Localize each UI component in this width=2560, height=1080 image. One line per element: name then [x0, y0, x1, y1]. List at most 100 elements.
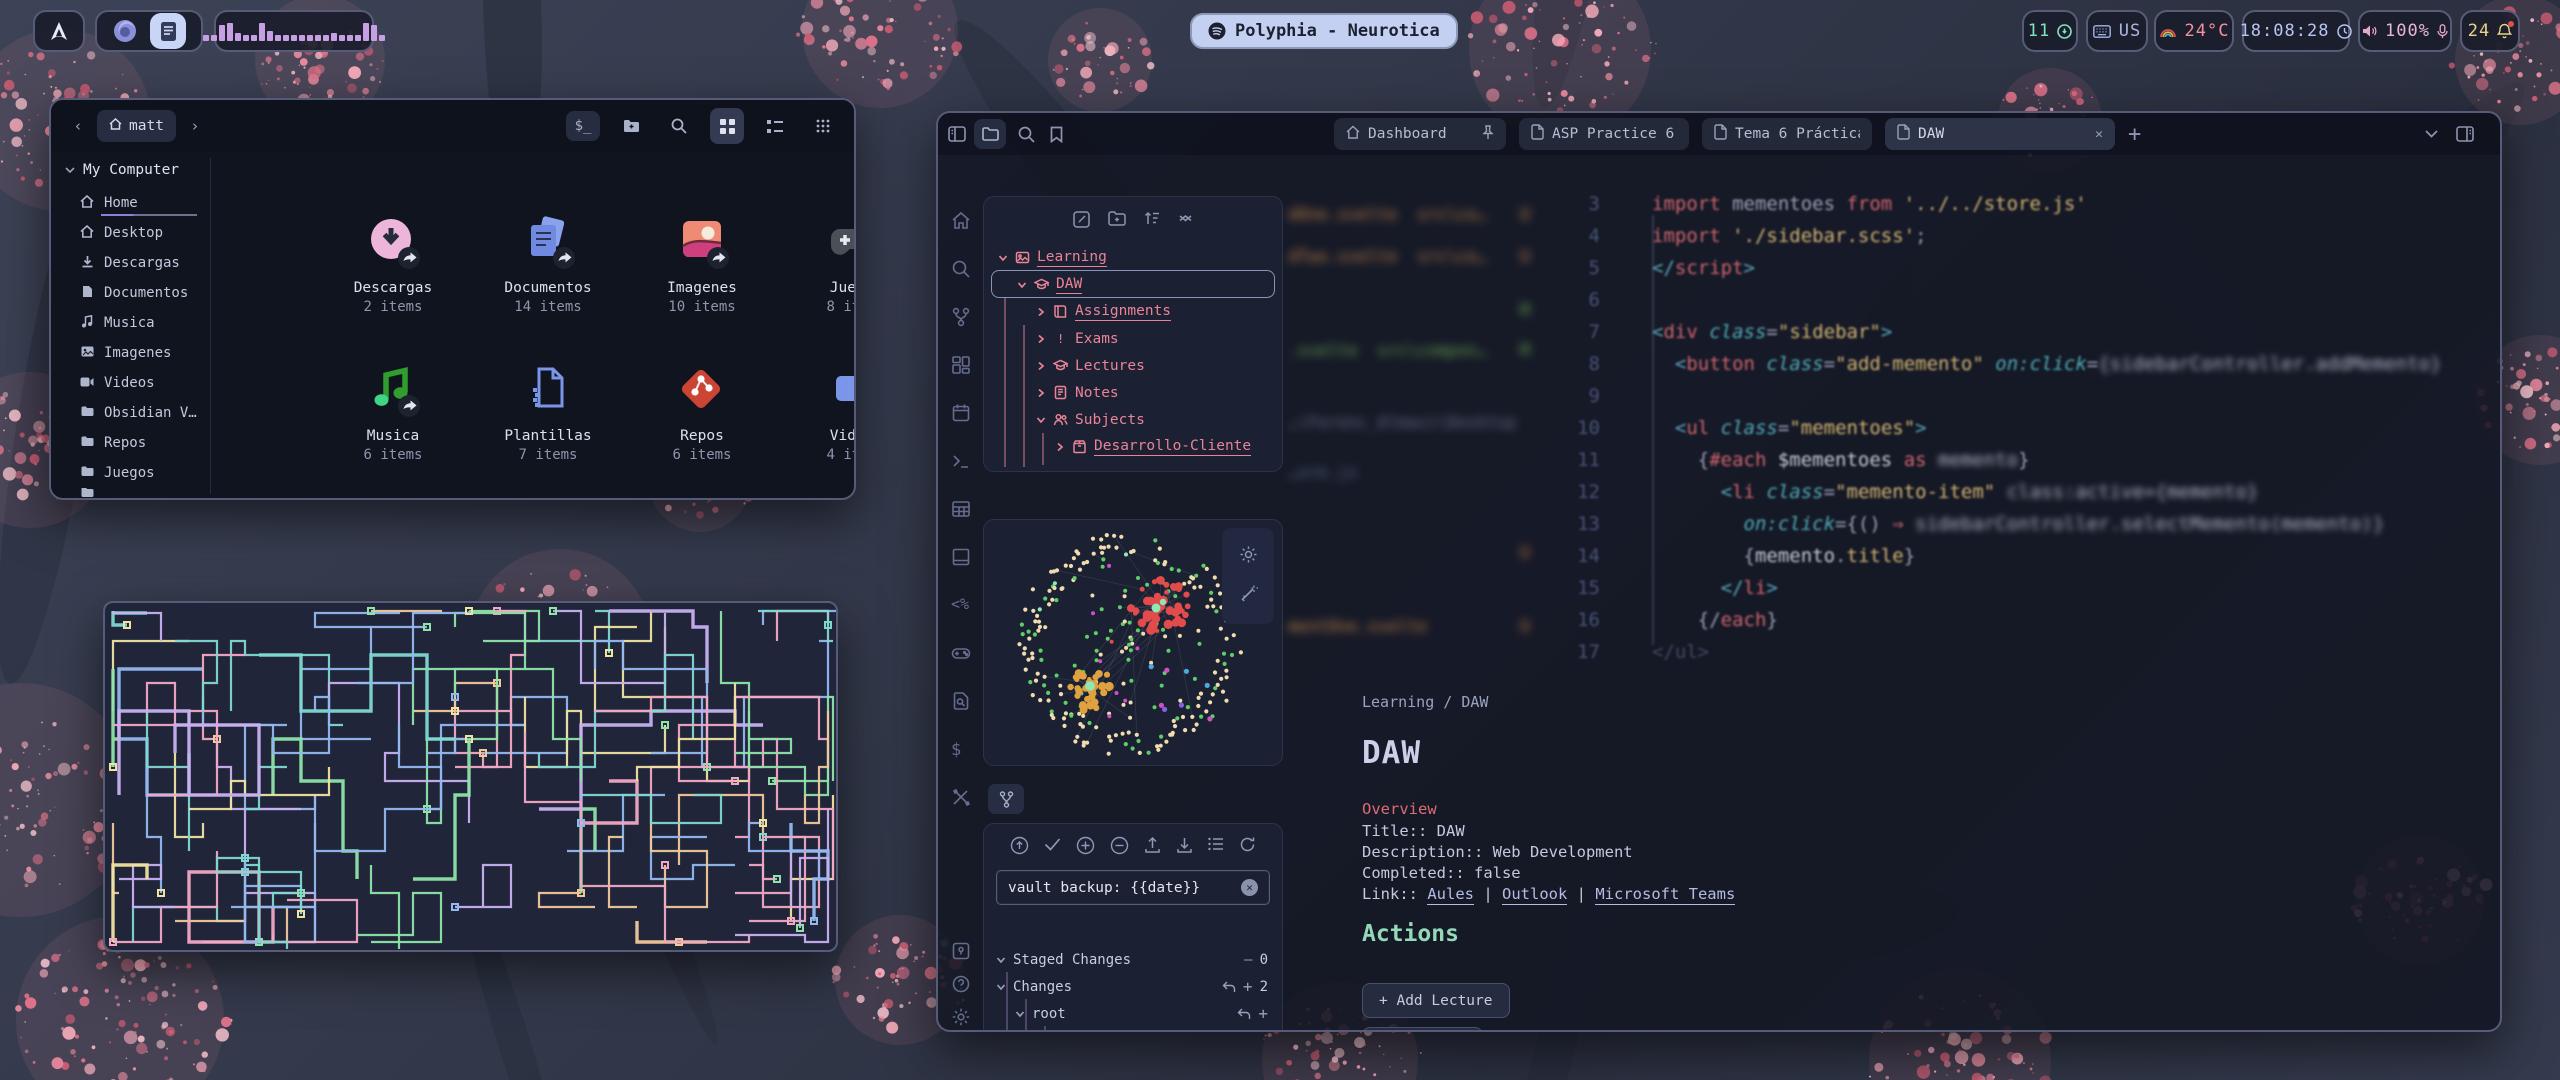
tree-item-learning[interactable]: Learning	[998, 244, 1107, 271]
stage-icon[interactable]: +	[1258, 1004, 1268, 1023]
workspace-apps-pill[interactable]	[95, 10, 203, 52]
sidebar-root[interactable]: My Computer	[65, 162, 211, 178]
left-sidebar-toggle-icon[interactable]	[948, 126, 966, 142]
git-push-icon[interactable]	[1144, 836, 1161, 859]
tab-list-chevron-icon[interactable]	[2425, 130, 2438, 138]
chevron-down-icon[interactable]	[1036, 415, 1046, 425]
back-button[interactable]: ‹	[65, 113, 91, 139]
tree-item-subjects[interactable]: Subjects	[1036, 406, 1145, 433]
sidebar-item-home[interactable]: Home	[65, 188, 211, 218]
graph-filter-wand-icon[interactable]	[1239, 584, 1258, 607]
chevron-right-icon[interactable]	[1055, 442, 1065, 452]
weather-pill[interactable]: 24°C	[2154, 10, 2234, 52]
sidebar-item-videos[interactable]: Videos	[65, 368, 211, 398]
action-button--add-lecture[interactable]: + Add Lecture	[1362, 983, 1510, 1018]
git-changes-list-icon[interactable]	[1208, 836, 1224, 859]
chevron-down-icon[interactable]	[1015, 1009, 1025, 1019]
stage-icon[interactable]: +	[1243, 977, 1253, 996]
vault-switcher-icon[interactable]	[951, 941, 971, 965]
git-backup-icon[interactable]	[1010, 836, 1029, 859]
menu-button[interactable]	[806, 111, 840, 141]
note-link-aules[interactable]: Aules	[1427, 885, 1474, 905]
dashboard-grid-icon[interactable]	[951, 355, 971, 379]
git-row-staged-changes[interactable]: Staged Changes—0	[996, 946, 1268, 973]
gamepad-icon[interactable]	[951, 643, 971, 667]
code-percent-icon[interactable]: <%	[951, 595, 973, 617]
file-search-icon[interactable]	[951, 691, 971, 715]
sidebar-item-juegos[interactable]: Juegos	[65, 458, 211, 488]
document-app-icon[interactable]	[150, 13, 186, 49]
book-icon[interactable]	[951, 547, 971, 571]
sidebar-item-documentos[interactable]: Documentos	[65, 278, 211, 308]
new-note-icon[interactable]	[1073, 211, 1090, 232]
home-icon[interactable]	[951, 211, 971, 235]
notifications-pill[interactable]: 24	[2460, 10, 2520, 52]
unstage-icon[interactable]: —	[1244, 952, 1252, 968]
git-pull-icon[interactable]	[1176, 836, 1193, 859]
note-link-microsoft-teams[interactable]: Microsoft Teams	[1595, 885, 1735, 905]
help-icon[interactable]	[951, 974, 971, 998]
sidebar-item-descargas[interactable]: Descargas	[65, 248, 211, 278]
breadcrumb[interactable]: Learning / DAW	[1362, 693, 1488, 711]
keyboard-layout-pill[interactable]: US	[2086, 10, 2148, 52]
new-tab-button[interactable]: +	[2128, 122, 2141, 147]
collapse-all-icon[interactable]	[1178, 211, 1193, 232]
git-graph-icon[interactable]	[951, 307, 971, 331]
sidebar-item-imagenes[interactable]: Imagenes	[65, 338, 211, 368]
table-icon[interactable]	[951, 499, 971, 523]
clear-message-icon[interactable]: ✕	[1241, 879, 1258, 896]
folder-musica[interactable]: Musica6 items	[318, 362, 468, 463]
bookmarks-panel-button[interactable]	[1050, 126, 1063, 143]
tree-item-assignments[interactable]: Assignments	[1036, 298, 1171, 325]
right-sidebar-toggle-icon[interactable]	[2456, 126, 2474, 142]
files-panel-button[interactable]	[974, 119, 1006, 149]
folder-repos[interactable]: Repos6 items	[627, 362, 777, 463]
folder-videos[interactable]: Videos4 items	[781, 362, 856, 463]
discard-icon[interactable]	[1237, 1008, 1251, 1020]
sort-icon[interactable]	[1144, 211, 1160, 232]
folder-plantillas[interactable]: Plantillas7 items	[473, 362, 623, 463]
folder-juegos[interactable]: Juegos8 items	[781, 214, 856, 315]
chevron-down-icon[interactable]	[996, 982, 1006, 992]
tab-daw[interactable]: DAW✕	[1885, 118, 2115, 150]
folder-descargas[interactable]: Descargas2 items	[318, 214, 468, 315]
search-button[interactable]	[662, 111, 696, 141]
calendar-icon[interactable]	[951, 403, 971, 427]
chevron-down-icon[interactable]	[998, 253, 1008, 263]
close-tab-icon[interactable]: ✕	[2095, 127, 2103, 142]
launcher-button[interactable]	[33, 10, 85, 52]
location-button[interactable]: matt	[97, 110, 176, 142]
dollar-icon[interactable]: $	[951, 739, 965, 763]
settings-gear-icon[interactable]	[951, 1007, 971, 1031]
git-unstage-all-icon[interactable]	[1110, 836, 1129, 859]
tree-item-notes[interactable]: Notes	[1036, 379, 1119, 406]
git-stage-all-icon[interactable]	[1076, 836, 1095, 859]
tab-dashboard[interactable]: Dashboard	[1334, 118, 1506, 150]
chevron-right-icon[interactable]	[1036, 361, 1046, 371]
graph-settings-gear-icon[interactable]	[1239, 545, 1258, 568]
forward-button[interactable]: ›	[182, 113, 208, 139]
chevron-right-icon[interactable]	[1036, 307, 1046, 317]
now-playing-pill[interactable]: Polyphia - Neurotica	[1190, 13, 1458, 49]
git-commit-check-icon[interactable]	[1044, 836, 1061, 859]
discard-icon[interactable]	[1222, 981, 1236, 993]
git-row-root[interactable]: root+	[996, 1000, 1268, 1027]
tools-icon[interactable]	[951, 787, 971, 811]
stage-icon[interactable]: +	[1258, 1031, 1268, 1032]
action-button--add-note[interactable]: + Add Note	[1362, 1027, 1483, 1032]
sidebar-item-obsidianv[interactable]: Obsidian V…	[65, 398, 211, 428]
chevron-right-icon[interactable]	[1036, 388, 1046, 398]
pin-icon[interactable]	[1482, 125, 1494, 144]
tree-item-exams[interactable]: !Exams	[1036, 325, 1119, 352]
audio-pill[interactable]: 100%	[2358, 10, 2452, 52]
sidebar-item-desktop[interactable]: Desktop	[65, 218, 211, 248]
git-row--obsidian[interactable]: .obsidian+	[996, 1027, 1268, 1032]
list-view-button[interactable]	[758, 111, 792, 141]
git-refresh-icon[interactable]	[1239, 836, 1256, 859]
search-panel-button[interactable]	[1018, 126, 1035, 143]
tab-asp-practice-6[interactable]: ASP Practice 6	[1519, 118, 1689, 150]
commit-message-input[interactable]: vault backup: {{date}} ✕	[997, 871, 1269, 904]
updates-pill[interactable]: 11	[2022, 10, 2078, 52]
terminal-icon[interactable]	[951, 451, 971, 475]
chevron-down-icon[interactable]	[996, 955, 1006, 965]
